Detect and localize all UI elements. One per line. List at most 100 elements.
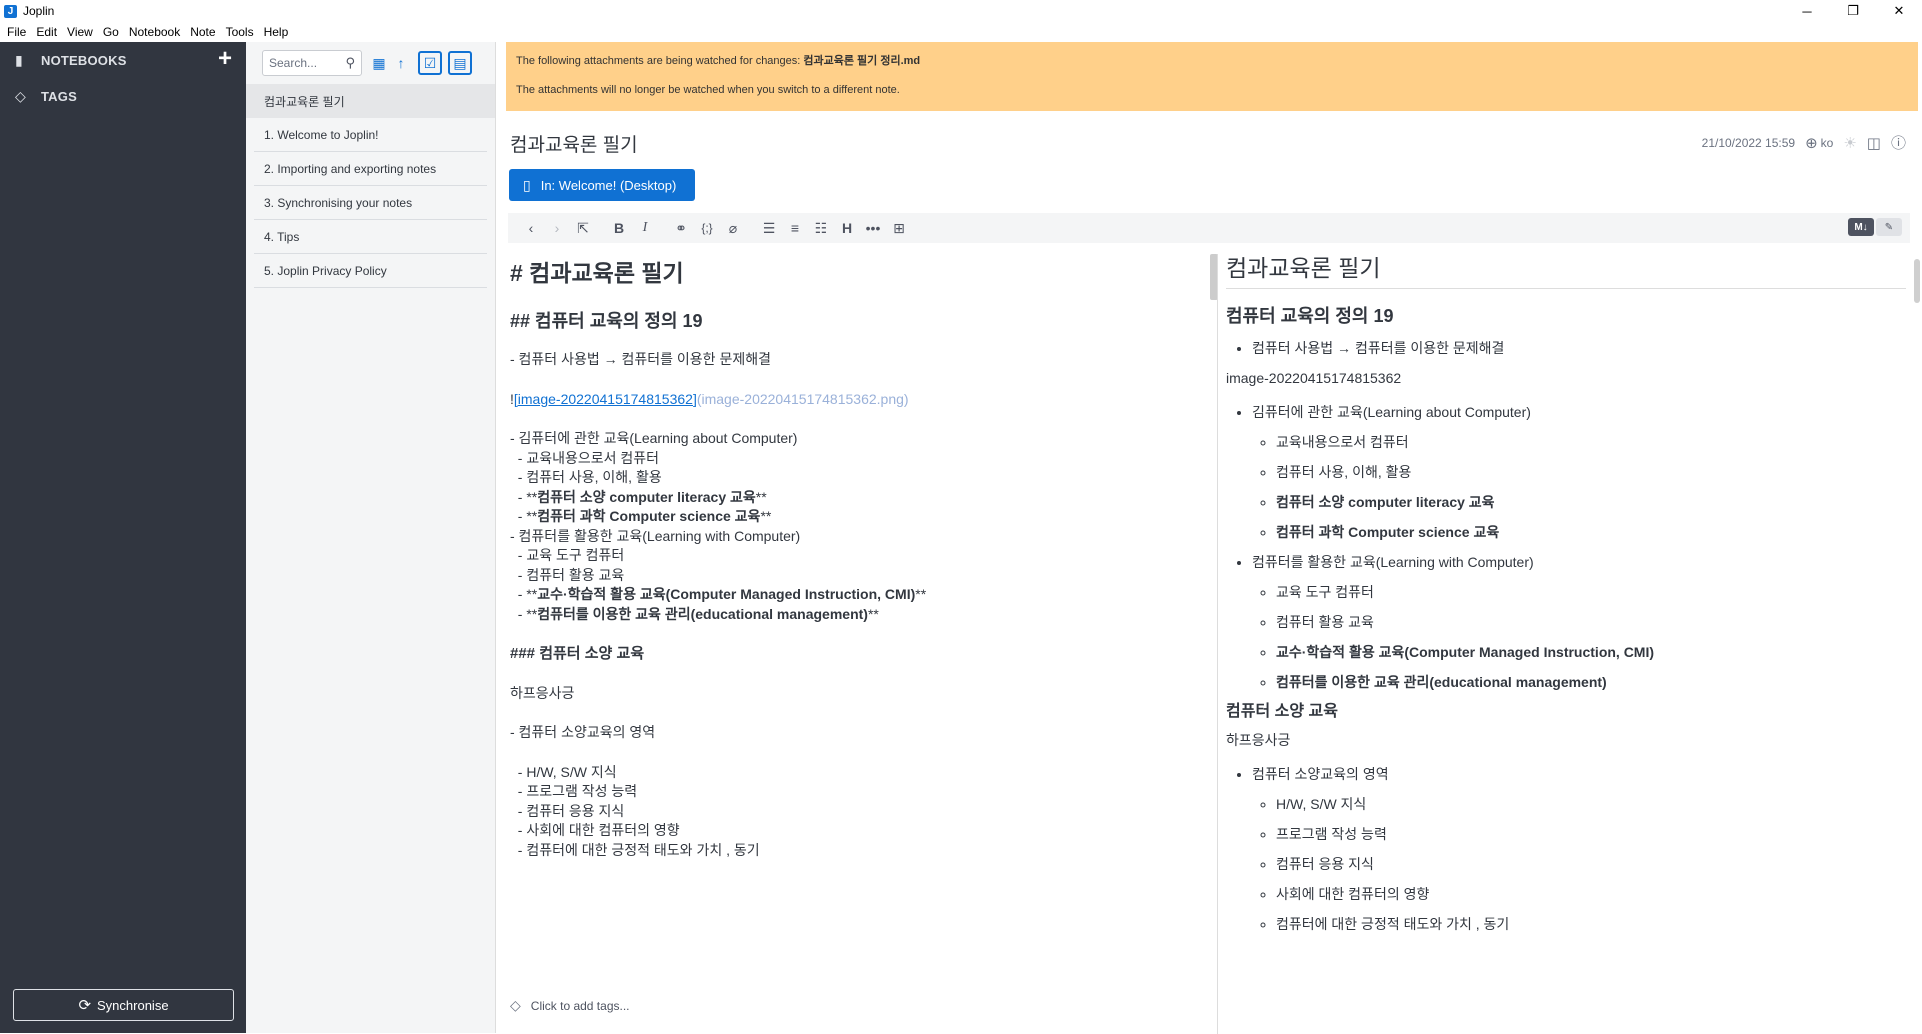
note-list-item[interactable]: 3. Synchronising your notes [254,186,487,220]
list-item: 컴퓨터 응용 지식 [1276,854,1906,874]
md-line: - 사회에 대한 컴퓨터의 영향 [510,822,680,838]
list-item: 컴퓨터 소양교육의 영역 H/W, S/W 지식 프로그램 작성 능력 컴퓨터 … [1252,764,1906,934]
menu-help[interactable]: Help [259,25,294,39]
menu-tools[interactable]: Tools [221,25,259,39]
list-item: 컴퓨터 사용법 → 컴퓨터를 이용한 문제해결 [1252,338,1906,358]
code-icon[interactable]: {;} [694,221,720,235]
rich-text-editor-toggle[interactable]: ✎ [1876,218,1902,236]
md-line: - 컴퓨터 사용, 이해, 활용 [510,469,662,485]
new-note-icon[interactable]: ▤ [448,51,472,75]
menu-bar: File Edit View Go Notebook Note Tools He… [0,22,1922,42]
list-item: 교육내용으로서 컴퓨터 [1276,432,1906,452]
menu-view[interactable]: View [62,25,98,39]
close-button[interactable]: ✕ [1876,0,1922,22]
checklist-icon[interactable]: ☷ [808,220,834,237]
layout-toggle-icon[interactable]: ◫ [1867,134,1881,152]
note-list-item[interactable]: 4. Tips [254,220,487,254]
viewer-heading-2: 컴퓨터 교육의 정의 19 [1226,306,1394,326]
viewer-list: 김퓨터에 관한 교육(Learning about Computer) 교육내용… [1226,402,1906,692]
list-item: 컴퓨터 소양 computer literacy 교육 [1276,492,1906,512]
markdown-viewer-pane: 컴과교육론 필기 컴퓨터 교육의 정의 19 컴퓨터 사용법 → 컴퓨터를 이용… [1226,254,1906,1034]
md-line: ### 컴퓨터 소양 교육 [510,645,645,662]
pane-divider [1217,254,1218,1034]
back-icon[interactable]: ‹ [518,220,544,236]
list-item: 교육 도구 컴퓨터 [1276,582,1906,602]
markdown-editor-toggle[interactable]: M↓ [1848,218,1874,236]
note-list-panel: Search... ⚲ ▦ ↑ ☑ ▤ 컴과교육론 필기 1. Welcome … [246,42,496,1033]
md-line: - 교육내용으로서 컴퓨터 [510,449,660,466]
maximize-button[interactable]: ❐ [1830,0,1876,22]
viewer-paragraph: 하프응사긍 [1226,732,1291,748]
search-icon: ⚲ [345,55,355,70]
insert-time-icon[interactable]: ⊞ [886,220,912,237]
menu-go[interactable]: Go [98,25,124,39]
bullet-list-icon[interactable]: ☰ [756,220,782,237]
notebook-icon: ▮ [15,51,23,68]
note-date: 21/10/2022 15:59 [1701,135,1796,150]
md-line: - **컴퓨터를 이용한 교육 관리(educational managemen… [510,605,879,622]
tag-icon: ◇ [510,997,521,1013]
md-image-line: ![image-20220415174815362](image-2022041… [510,390,909,407]
md-line: 하프응사긍 [510,684,575,701]
window-title: Joplin [23,4,55,18]
search-input[interactable]: Search... ⚲ [262,50,362,76]
menu-edit[interactable]: Edit [31,25,62,39]
tags-label: TAGS [41,88,77,104]
note-language[interactable]: ko [1821,136,1834,150]
md-line: - **컴퓨터 소양 computer literacy 교육** [510,488,767,505]
add-notebook-icon[interactable]: + [218,47,232,71]
spellcheck-icon[interactable]: ☀ [1843,134,1856,152]
md-line: - 컴퓨터 소양교육의 영역 [510,724,656,740]
menu-note[interactable]: Note [185,25,220,39]
editor-layout-toggle: M↓ ✎ [1848,218,1902,236]
menu-notebook[interactable]: Notebook [124,25,185,39]
viewer-scrollbar[interactable] [1914,259,1920,303]
horizontal-rule-icon[interactable]: ••• [860,220,886,236]
note-list-item[interactable]: 5. Joplin Privacy Policy [254,254,487,288]
list-item: 컴퓨터 과학 Computer science 교육 [1276,522,1906,542]
globe-icon[interactable]: ⊕ [1805,134,1818,152]
synchronise-button[interactable]: ⟳ Synchronise [13,989,234,1021]
md-line: - 교육 도구 컴퓨터 [510,547,625,563]
md-line: - **교수·학습적 활용 교육(Computer Managed Instru… [510,586,927,602]
list-item: 컴퓨터 활용 교육 [1276,612,1906,632]
md-line: - 컴퓨터를 활용한 교육(Learning with Computer) [510,527,801,544]
new-todo-icon[interactable]: ☑ [418,51,442,75]
markdown-editor-pane[interactable]: # 컴과교육론 필기 ## 컴퓨터 교육의 정의 19 - 컴퓨터 사용법 → … [510,254,1210,1014]
note-title-input[interactable]: 컴과교육론 필기 [510,130,638,157]
notebook-button[interactable]: ▯ In: Welcome! (Desktop) [509,169,695,201]
note-list-item-selected[interactable]: 컴과교육론 필기 [246,84,495,118]
menu-file[interactable]: File [0,25,31,39]
external-edit-icon[interactable]: ⇱ [570,220,596,237]
note-list-item[interactable]: 2. Importing and exporting notes [254,152,487,186]
tag-bar[interactable]: ◇ Click to add tags... [510,997,630,1014]
sidebar-notebooks-header[interactable]: ▮ NOTEBOOKS [0,42,246,78]
list-item: 김퓨터에 관한 교육(Learning about Computer) 교육내용… [1252,402,1906,542]
bold-icon[interactable]: B [606,220,632,236]
md-line: - 컴퓨터 응용 지식 [510,802,625,819]
add-tags-label: Click to add tags... [530,998,630,1013]
viewer-image-placeholder: image-20220415174815362 [1226,370,1402,386]
banner-filename: 컴과교육론 필기 정리.md [803,55,921,67]
md-image-link[interactable]: [image-20220415174815362] [514,391,697,407]
sidebar-tags-header[interactable]: ◇ TAGS [0,78,246,114]
editor-toolbar: ‹ › ⇱ B I ⚭ {;} ⌀ ☰ ≡ ☷ H ••• ⊞ M↓ ✎ [508,213,1910,243]
note-info-icon[interactable]: ⓘ [1891,132,1906,153]
notebooks-label: NOTEBOOKS [41,52,127,68]
link-icon[interactable]: ⚭ [668,220,694,237]
sort-order-icon[interactable]: ↑ [390,52,412,74]
numbered-list-icon[interactable]: ≡ [782,220,808,236]
banner-line-2: The attachments will no longer be watche… [516,84,900,96]
viewer-list: 컴퓨터 소양교육의 영역 H/W, S/W 지식 프로그램 작성 능력 컴퓨터 … [1226,764,1906,934]
attach-icon[interactable]: ⌀ [720,220,746,237]
note-list-item[interactable]: 1. Welcome to Joplin! [254,118,487,152]
list-item: 사회에 대한 컴퓨터의 영향 [1276,884,1906,904]
italic-icon[interactable]: I [632,220,658,236]
md-line: - 컴퓨터 활용 교육 [510,566,625,583]
minimize-button[interactable]: ─ [1784,0,1830,22]
heading-icon[interactable]: H [834,220,860,236]
joplin-logo-icon: J [4,4,17,18]
forward-icon[interactable]: › [544,220,570,236]
sync-icon: ⟳ [78,997,92,1014]
sort-by-date-icon[interactable]: ▦ [368,52,390,74]
